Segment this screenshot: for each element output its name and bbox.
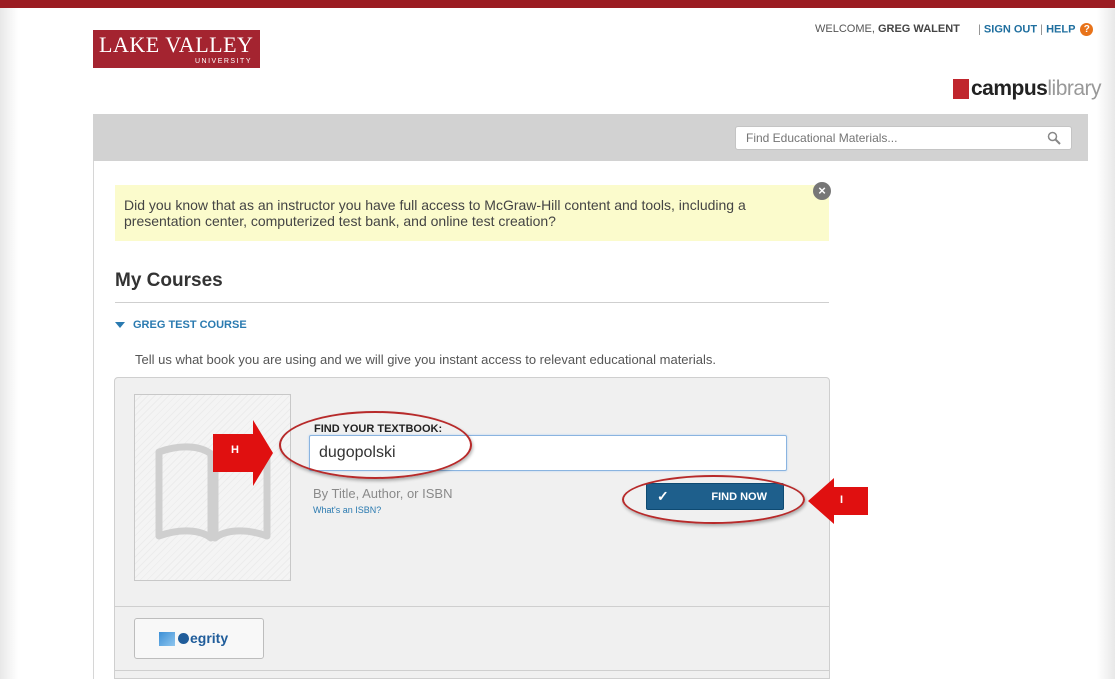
find-hint: By Title, Author, or ISBN bbox=[313, 486, 453, 501]
search-icon[interactable] bbox=[1047, 131, 1061, 145]
title-divider bbox=[115, 302, 829, 303]
callout-label-i: I bbox=[840, 494, 844, 506]
callout-label-h: H bbox=[231, 444, 239, 456]
search-box[interactable] bbox=[735, 126, 1072, 150]
university-logo[interactable]: LAKE VALLEY UNIVERSITY bbox=[93, 30, 260, 68]
campus-library-brand: campuslibrary bbox=[953, 77, 1102, 101]
help-icon[interactable]: ? bbox=[1080, 23, 1094, 36]
tegrity-button[interactable]: egrity bbox=[134, 618, 264, 659]
welcome-prefix: WELCOME, bbox=[815, 23, 875, 35]
top-links: | SIGN OUT | HELP ? bbox=[978, 23, 1094, 36]
close-tip-button[interactable]: × bbox=[813, 182, 831, 200]
highlight-ellipse-find-textbook bbox=[279, 411, 472, 479]
callout-arrow-h-icon bbox=[213, 420, 273, 486]
help-link[interactable]: HELP bbox=[1046, 23, 1075, 35]
info-tip-banner: Did you know that as an instructor you h… bbox=[115, 185, 829, 241]
logo-name: LAKE VALLEY bbox=[99, 32, 254, 57]
welcome-message: WELCOME, GREG WALENT bbox=[815, 23, 960, 35]
mcgraw-hill-badge-icon bbox=[953, 79, 969, 99]
page-title: My Courses bbox=[115, 270, 223, 291]
panel-divider bbox=[115, 606, 829, 607]
search-bar-region bbox=[93, 114, 1088, 161]
panel-divider-bottom bbox=[115, 670, 829, 671]
sign-out-link[interactable]: SIGN OUT bbox=[984, 23, 1037, 35]
content-border bbox=[93, 161, 94, 679]
page-shadow-left bbox=[0, 8, 18, 679]
brand-campus: campus bbox=[971, 77, 1048, 100]
tegrity-label: egrity bbox=[178, 630, 228, 646]
tip-text: Did you know that as an instructor you h… bbox=[124, 197, 746, 229]
page-shadow-right bbox=[1097, 8, 1115, 679]
top-brand-bar bbox=[0, 0, 1115, 8]
logo-subtitle: UNIVERSITY bbox=[194, 58, 252, 65]
callout-arrow-i-icon bbox=[808, 478, 868, 524]
brand-library: library bbox=[1047, 77, 1102, 100]
course-name: GREG TEST COURSE bbox=[133, 319, 247, 331]
highlight-ellipse-find-now bbox=[622, 475, 805, 524]
search-input[interactable] bbox=[736, 127, 1036, 149]
course-instructions: Tell us what book you are using and we w… bbox=[135, 352, 716, 367]
tegrity-logo-icon bbox=[159, 632, 175, 646]
whats-an-isbn-link[interactable]: What's an ISBN? bbox=[313, 505, 381, 515]
triangle-down-icon bbox=[115, 322, 125, 329]
user-name: GREG WALENT bbox=[877, 23, 960, 35]
course-toggle[interactable]: GREG TEST COURSE bbox=[115, 319, 247, 331]
